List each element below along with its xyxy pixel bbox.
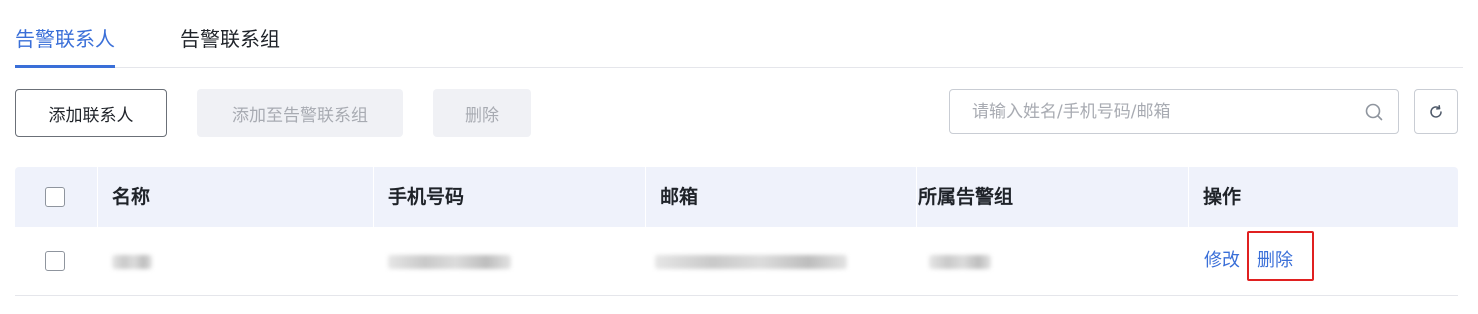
name-cell-redacted bbox=[112, 255, 152, 269]
refresh-button[interactable] bbox=[1414, 89, 1458, 134]
column-divider bbox=[373, 167, 374, 227]
search-input[interactable] bbox=[972, 90, 1352, 133]
column-divider bbox=[916, 167, 917, 227]
column-header-actions: 操作 bbox=[1203, 186, 1242, 208]
refresh-icon bbox=[1430, 104, 1442, 118]
column-header-name: 名称 bbox=[112, 186, 151, 208]
edit-link[interactable]: 修改 bbox=[1204, 249, 1240, 273]
table-row: 修改 删除 bbox=[15, 227, 1458, 296]
delete-link-highlight bbox=[1247, 231, 1314, 281]
tab-bar: 告警联系人 告警联系组 bbox=[15, 0, 1463, 68]
search-icon[interactable] bbox=[1364, 102, 1384, 122]
contacts-table: 名称 手机号码 邮箱 所属告警组 操作 修改 删除 bbox=[15, 167, 1458, 296]
row-checkbox[interactable] bbox=[45, 251, 65, 271]
email-cell-redacted bbox=[655, 255, 847, 269]
column-divider bbox=[97, 167, 98, 227]
column-header-email: 邮箱 bbox=[660, 186, 699, 208]
table-header: 名称 手机号码 邮箱 所属告警组 操作 bbox=[15, 167, 1458, 227]
search-box bbox=[949, 89, 1399, 134]
column-header-phone: 手机号码 bbox=[388, 186, 465, 208]
group-cell-redacted bbox=[929, 255, 991, 269]
tab-alert-contacts[interactable]: 告警联系人 bbox=[15, 24, 115, 68]
add-contact-button[interactable]: 添加联系人 bbox=[15, 89, 167, 137]
select-all-checkbox[interactable] bbox=[45, 187, 65, 207]
tab-alert-contact-groups[interactable]: 告警联系组 bbox=[180, 24, 280, 54]
column-divider bbox=[645, 167, 646, 227]
column-divider bbox=[1188, 167, 1189, 227]
phone-cell-redacted bbox=[388, 255, 511, 269]
bulk-delete-button[interactable]: 删除 bbox=[433, 89, 531, 137]
add-to-group-button[interactable]: 添加至告警联系组 bbox=[197, 89, 403, 137]
column-header-group: 所属告警组 bbox=[918, 186, 1014, 208]
